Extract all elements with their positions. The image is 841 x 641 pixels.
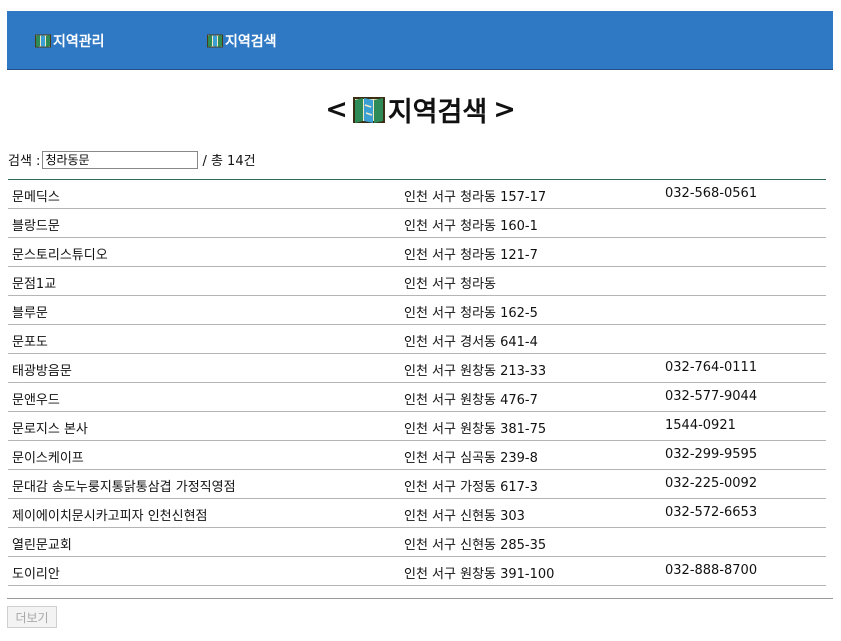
table-row[interactable]: 태광방음문 인천 서구 원창동 213-33 032-764-0111 <box>8 354 826 383</box>
title-right-bracket: > <box>493 94 516 125</box>
place-name: 열린문교회 <box>12 538 72 553</box>
divider <box>7 598 833 599</box>
place-address: 인천 서구 신현동 285-35 <box>404 538 547 553</box>
nav-item-label: 지역검색 <box>225 34 277 50</box>
map-icon <box>352 96 385 123</box>
place-address: 인천 서구 청라동 157-17 <box>404 190 547 205</box>
place-address: 인천 서구 경서동 641-4 <box>404 335 538 350</box>
search-row: 검색 : / 총 14건 <box>8 150 256 169</box>
place-address: 인천 서구 원창동 476-7 <box>404 393 538 408</box>
table-row[interactable]: 문이스케이프 인천 서구 심곡동 239-8 032-299-9595 <box>8 441 826 470</box>
place-name: 문포도 <box>12 335 48 350</box>
nav-item-region-manage[interactable]: 지역관리 <box>35 31 105 51</box>
place-address: 인천 서구 청라동 162-5 <box>404 306 538 321</box>
table-row[interactable]: 블랑드문 인천 서구 청라동 160-1 <box>8 209 826 238</box>
table-row[interactable]: 문대감 송도누룽지통닭통삼겹 가정직영점 인천 서구 가정동 617-3 032-2… <box>8 470 826 499</box>
nav-item-region-search[interactable]: 지역검색 <box>207 31 277 51</box>
top-nav-bar: 지역관리 지역검색 <box>7 11 833 70</box>
place-address: 인천 서구 청라동 160-1 <box>404 219 538 234</box>
place-phone: 1544-0921 <box>665 418 736 433</box>
place-phone: 032-568-0561 <box>665 186 758 201</box>
table-row[interactable]: 도이리안 인천 서구 원창동 391-100 032-888-8700 <box>8 557 826 586</box>
table-row[interactable]: 블루문 인천 서구 청라동 162-5 <box>8 296 826 325</box>
place-address: 인천 서구 신현동 303 <box>404 509 525 524</box>
place-address: 인천 서구 원창동 213-33 <box>404 364 547 379</box>
place-name: 태광방음문 <box>12 364 72 379</box>
place-phone: 032-577-9044 <box>665 389 758 404</box>
results-table: 문메딕스 인천 서구 청라동 157-17 032-568-0561 블랑드문 인천 서… <box>8 179 826 586</box>
result-total: / 총 14건 <box>202 154 256 169</box>
place-address: 인천 서구 가정동 617-3 <box>404 480 538 495</box>
place-phone: 032-299-9595 <box>665 447 758 462</box>
map-icon <box>35 34 51 48</box>
place-phone: 032-764-0111 <box>665 360 758 375</box>
place-address: 인천 서구 원창동 391-100 <box>404 567 555 582</box>
map-icon <box>207 34 223 48</box>
table-row[interactable]: 문메딕스 인천 서구 청라동 157-17 032-568-0561 <box>8 180 826 209</box>
table-row[interactable]: 제이에이치문시카고피자 인천신현점 인천 서구 신현동 303 032-572-66… <box>8 499 826 528</box>
title-left-bracket: < <box>325 94 348 125</box>
table-row[interactable]: 문점1교 인천 서구 청라동 <box>8 267 826 296</box>
more-button[interactable]: 더보기 <box>7 606 57 628</box>
place-address: 인천 서구 청라동 <box>404 277 496 292</box>
place-name: 도이리안 <box>12 567 60 582</box>
place-address: 인천 서구 원창동 381-75 <box>404 422 547 437</box>
table-row[interactable]: 문로지스 본사 인천 서구 원창동 381-75 1544-0921 <box>8 412 826 441</box>
place-name: 문메딕스 <box>12 190 60 205</box>
place-name: 문스토리스튜디오 <box>12 248 108 263</box>
place-name: 문이스케이프 <box>12 451 84 466</box>
search-label: 검색 : <box>8 154 41 169</box>
place-phone: 032-225-0092 <box>665 476 758 491</box>
place-name: 블랑드문 <box>12 219 60 234</box>
place-name: 문앤우드 <box>12 393 60 408</box>
place-name: 제이에이치문시카고피자 인천신현점 <box>12 509 208 524</box>
table-row[interactable]: 문앤우드 인천 서구 원창동 476-7 032-577-9044 <box>8 383 826 412</box>
title-text: 지역검색 <box>387 97 488 128</box>
search-input[interactable] <box>42 150 199 169</box>
place-address: 인천 서구 청라동 121-7 <box>404 248 538 263</box>
table-row[interactable]: 문포도 인천 서구 경서동 641-4 <box>8 325 826 354</box>
table-row[interactable]: 문스토리스튜디오 인천 서구 청라동 121-7 <box>8 238 826 267</box>
page-title: < 지역검색 > <box>0 90 841 129</box>
place-phone: 032-572-6653 <box>665 505 758 520</box>
place-name: 문대감 송도누룽지통닭통삼겹 가정직영점 <box>12 480 236 495</box>
place-phone: 032-888-8700 <box>665 563 758 578</box>
place-name: 블루문 <box>12 306 48 321</box>
nav-item-label: 지역관리 <box>53 34 105 50</box>
place-name: 문점1교 <box>12 277 57 292</box>
place-address: 인천 서구 심곡동 239-8 <box>404 451 538 466</box>
table-row[interactable]: 열린문교회 인천 서구 신현동 285-35 <box>8 528 826 557</box>
place-name: 문로지스 본사 <box>12 422 88 437</box>
